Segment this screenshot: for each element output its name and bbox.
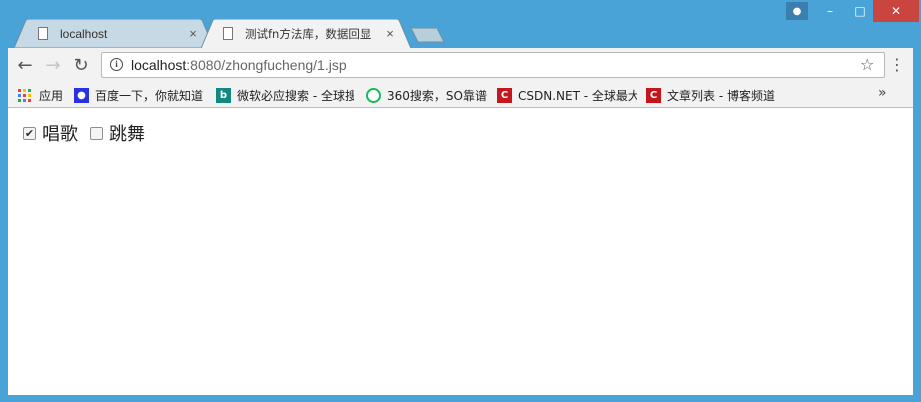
bookmark-blog-articles[interactable]: C 文章列表 - 博客频道 [646,86,781,104]
url-host: localhost [131,57,187,73]
tab-strip: ● – □ ✕ localhost × 测试fn方法库，数据回显 × [0,0,921,48]
user-profile-icon[interactable]: ● [786,2,808,20]
bookmark-bing[interactable]: b 微软必应搜索 - 全球搜 [216,86,354,104]
tab-title: 测试fn方法库，数据回显 [245,26,372,41]
tab-title: localhost [60,26,108,41]
page-viewport: ✔ 唱歌 跳舞 [8,108,913,395]
checkbox-label-dance: 跳舞 [109,124,145,145]
bookmark-label: CSDN.NET - 全球最大 [518,88,637,103]
checkbox-dance[interactable] [90,126,103,140]
bookmark-label: 应用 [39,88,64,103]
bookmark-label: 360搜索，SO靠谱 [387,88,487,103]
page-icon [223,27,233,40]
toolbar: ← → ↻ i localhost:8080/zhongfucheng/1.js… [8,48,913,82]
csdn-icon: C [646,87,661,103]
bing-icon: b [216,87,231,103]
360-search-icon [366,87,381,103]
browser-window: ● – □ ✕ localhost × 测试fn方法库，数据回显 × ← → ↻… [0,0,921,402]
tab-content: localhost × [38,25,200,42]
bookmarks-overflow-icon[interactable]: » [878,85,887,101]
maximize-button[interactable]: □ [845,0,875,22]
new-tab-button[interactable] [410,27,446,43]
tab-active[interactable]: 测试fn方法库，数据回显 × [201,19,411,48]
page-icon [38,27,48,40]
tab-close-icon[interactable]: × [383,26,397,41]
url-path: :8080/zhongfucheng/1.jsp [186,57,347,73]
bookmark-baidu[interactable]: ● 百度一下，你就知道 [74,86,214,104]
browser-menu-icon[interactable]: ⋮ [888,54,906,76]
tab-close-icon[interactable]: × [186,26,200,41]
csdn-icon: C [497,87,512,103]
bookmark-apps[interactable]: 应用 [18,86,63,104]
bookmark-label: 文章列表 - 博客频道 [667,88,775,103]
baidu-paw-icon: ● [74,87,89,103]
apps-grid-icon [18,88,31,102]
reload-button[interactable]: ↻ [70,54,92,76]
checkbox-label-sing: 唱歌 [42,124,78,145]
checkbox-sing[interactable]: ✔ [23,126,36,140]
tab-localhost[interactable]: localhost × [14,19,214,48]
url-text[interactable]: localhost:8080/zhongfucheng/1.jsp [131,57,347,73]
bookmark-star-icon[interactable]: ☆ [860,55,874,74]
back-button[interactable]: ← [14,54,36,76]
bookmark-label: 百度一下，你就知道 [95,88,204,103]
minimize-button[interactable]: – [815,0,845,22]
forward-button[interactable]: → [42,54,64,76]
bookmark-label: 微软必应搜索 - 全球搜 [237,88,354,103]
tab-content: 测试fn方法库，数据回显 × [223,25,397,42]
address-bar[interactable]: i localhost:8080/zhongfucheng/1.jsp [101,52,885,78]
bookmark-csdn[interactable]: C CSDN.NET - 全球最大 [497,86,637,104]
hobby-checkbox-group: ✔ 唱歌 跳舞 [23,120,157,146]
bookmarks-bar: 应用 ● 百度一下，你就知道 b 微软必应搜索 - 全球搜 360搜索，SO靠谱… [8,82,913,108]
info-icon[interactable]: i [110,58,123,71]
close-window-button[interactable]: ✕ [873,0,919,22]
bookmark-360[interactable]: 360搜索，SO靠谱 [366,86,491,104]
